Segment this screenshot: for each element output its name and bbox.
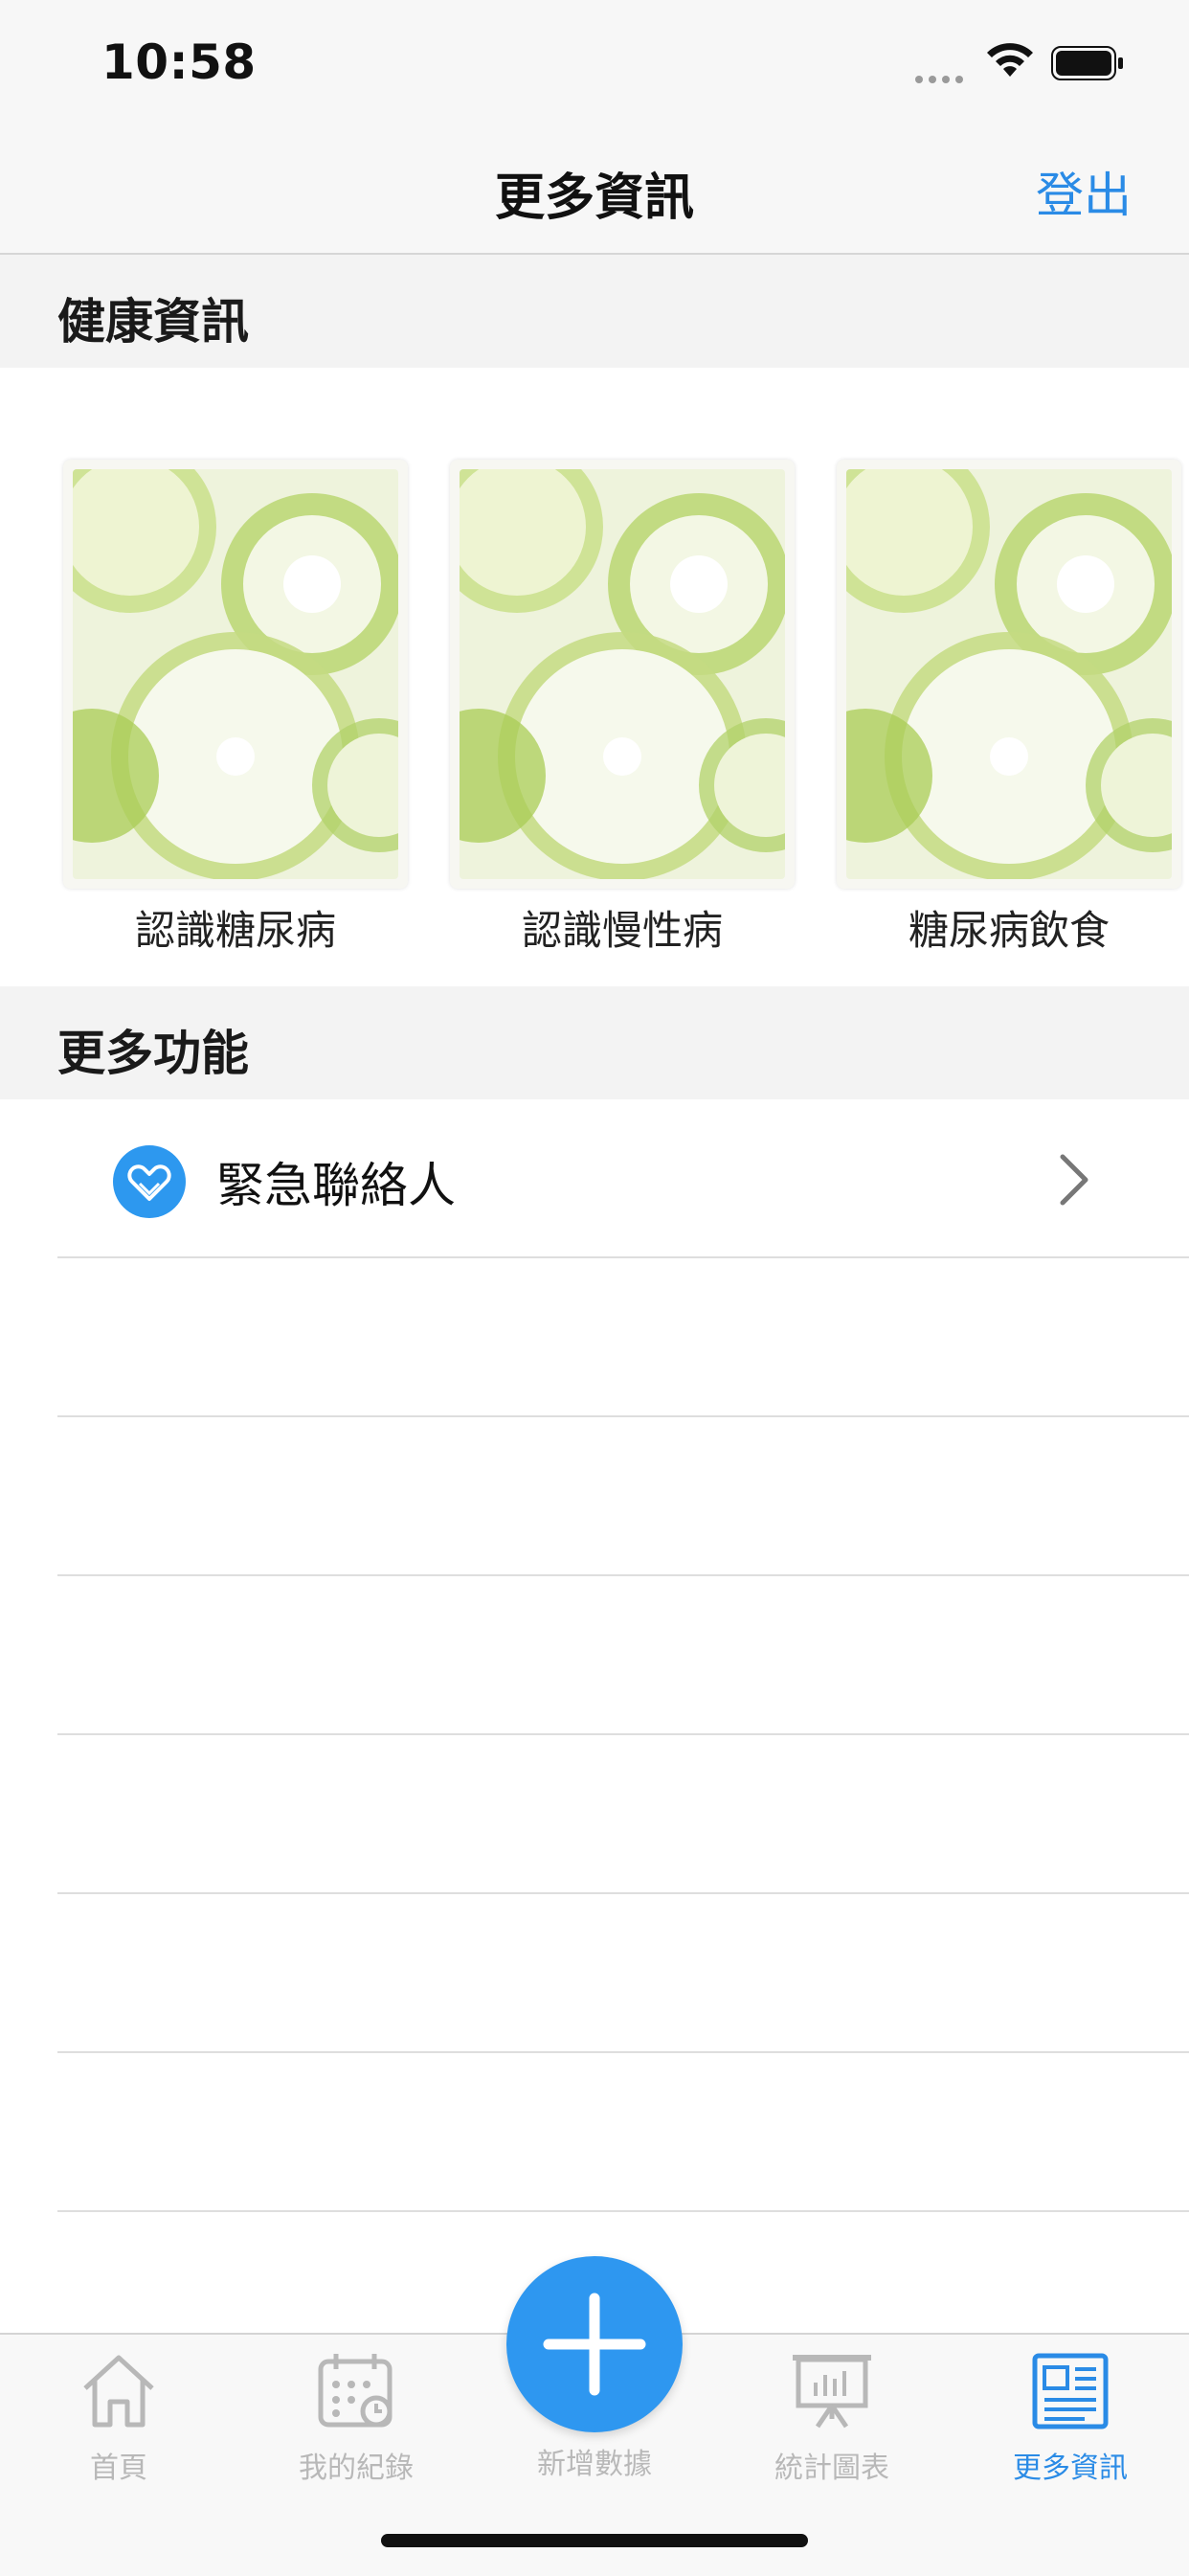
tab-label: 統計圖表	[774, 2452, 889, 2485]
status-time: 10:58	[101, 34, 257, 90]
signal-icon	[915, 69, 969, 83]
tab-label: 新增數據	[537, 2448, 652, 2481]
list-item-empty	[57, 1735, 1189, 1894]
card-caption: 認識糖尿病	[134, 907, 336, 954]
card-caption: 認識慢性病	[521, 907, 723, 954]
tab-label: 首頁	[90, 2452, 147, 2485]
battery-icon	[1051, 46, 1123, 80]
home-indicator	[381, 2534, 808, 2547]
section-header-more: 更多功能	[0, 986, 1189, 1099]
tab-more-info[interactable]: 更多資訊	[952, 2350, 1189, 2486]
tab-label: 更多資訊	[1013, 2452, 1128, 2485]
navigation-bar: 更多資訊 登出	[0, 126, 1189, 255]
tab-label: 我的紀錄	[299, 2452, 414, 2485]
logout-button[interactable]: 登出	[1036, 157, 1132, 226]
status-bar: 10:58	[0, 0, 1189, 126]
wifi-icon	[987, 43, 1033, 77]
calendar-icon	[318, 2354, 393, 2428]
plus-icon	[543, 2293, 646, 2396]
card-caption: 糖尿病飲食	[908, 907, 1110, 954]
tab-records[interactable]: 我的紀錄	[237, 2350, 475, 2486]
citrus-slices-image	[846, 469, 1172, 879]
health-card[interactable]: 認識糖尿病	[63, 460, 408, 954]
section-header-health: 健康資訊	[0, 255, 1189, 368]
list-item-empty	[57, 2053, 1189, 2212]
card-image-frame	[63, 460, 408, 889]
list-item-empty	[57, 1576, 1189, 1735]
section-title: 更多功能	[57, 1026, 249, 1081]
citrus-slices-image	[460, 469, 785, 879]
list-item-emergency-contact[interactable]: 緊急聯絡人	[57, 1099, 1189, 1258]
heart-hands-icon	[113, 1145, 186, 1218]
card-image-frame	[837, 460, 1181, 889]
newspaper-icon	[1032, 2353, 1109, 2429]
chevron-right-icon	[1060, 1154, 1088, 1206]
tab-home[interactable]: 首頁	[0, 2350, 237, 2486]
presentation-chart-icon	[793, 2355, 871, 2429]
tab-statistics[interactable]: 統計圖表	[713, 2350, 951, 2486]
list-item-label: 緊急聯絡人	[216, 1158, 456, 1213]
add-data-button[interactable]	[506, 2256, 683, 2432]
features-list: 緊急聯絡人	[0, 1099, 1189, 2212]
home-icon	[83, 2355, 154, 2428]
health-card[interactable]: 糖尿病飲食	[837, 460, 1181, 954]
page-title: 更多資訊	[494, 169, 694, 227]
list-item-empty	[57, 1417, 1189, 1576]
citrus-slices-image	[73, 469, 398, 879]
health-info-carousel[interactable]: 認識糖尿病 認識慢性病 糖尿病飲食	[0, 368, 1189, 986]
section-title: 健康資訊	[57, 294, 249, 350]
list-item-empty	[57, 1258, 1189, 1417]
health-card[interactable]: 認識慢性病	[450, 460, 795, 954]
card-image-frame	[450, 460, 795, 889]
list-item-empty	[57, 1894, 1189, 2053]
